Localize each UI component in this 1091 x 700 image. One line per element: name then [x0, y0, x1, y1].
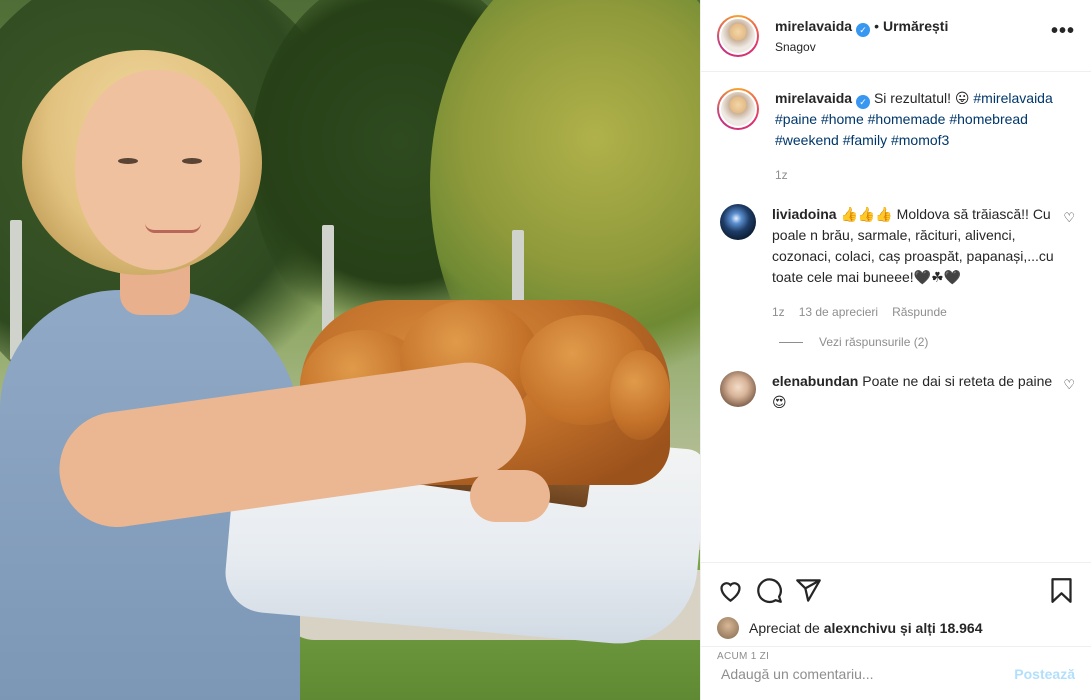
comment-likes[interactable]: 13 de aprecieri — [799, 302, 878, 323]
commenter-avatar[interactable] — [720, 204, 756, 240]
post-header: mirelavaida ✓ • Urmărești Snagov ••• — [701, 0, 1091, 72]
more-options-icon[interactable]: ••• — [1051, 20, 1075, 51]
comment-body: elenabundan Poate ne dai si reteta de pa… — [772, 371, 1055, 413]
post-comment-button[interactable]: Postează — [1014, 666, 1075, 682]
author-username[interactable]: mirelavaida — [775, 18, 852, 34]
woman-face — [75, 70, 240, 270]
woman-smile — [145, 223, 201, 233]
caption-text: Si rezultatul! 😛 — [873, 90, 970, 106]
comment-username[interactable]: elenabundan — [772, 373, 858, 389]
hashtag-link[interactable]: #homemade — [868, 111, 946, 127]
replies-line — [779, 341, 803, 343]
likes-suffix[interactable]: și alți — [900, 620, 936, 636]
commenter-avatar[interactable] — [720, 371, 756, 407]
comment-input[interactable] — [721, 665, 1015, 682]
comment-like-heart-icon[interactable]: ♡ — [1063, 210, 1075, 226]
post-photo[interactable] — [0, 0, 700, 700]
bread-braid — [610, 350, 670, 440]
add-comment-bar: Postează — [701, 646, 1091, 700]
hashtag-link[interactable]: #home — [821, 111, 864, 127]
comment-meta: 1z 13 de aprecieri Răspunde — [772, 302, 1055, 323]
comment-icon[interactable] — [756, 577, 783, 604]
comment-item: liviadoina 👍👍👍 Moldova să trăiască!! Cu … — [717, 204, 1075, 323]
woman-eye — [118, 158, 138, 164]
caption-body: mirelavaida ✓ Si rezultatul! 😛 #mirelavai… — [775, 88, 1075, 186]
comment-time[interactable]: 1z — [772, 302, 785, 323]
author-info: mirelavaida ✓ • Urmărești Snagov — [775, 18, 1051, 54]
caption-username[interactable]: mirelavaida — [775, 90, 852, 106]
hashtag-link[interactable]: #paine — [775, 111, 817, 127]
author-avatar[interactable] — [717, 88, 759, 130]
location-link[interactable]: Snagov — [775, 40, 1051, 54]
hashtag-link[interactable]: #mirelavaida — [973, 90, 1052, 106]
comment-body: liviadoina 👍👍👍 Moldova să trăiască!! Cu … — [772, 204, 1055, 323]
separator-dot: • — [874, 17, 879, 34]
likes-prefix: Apreciat de — [749, 620, 820, 636]
bookmark-icon[interactable] — [1048, 577, 1075, 604]
verified-icon: ✓ — [856, 95, 871, 109]
following-button[interactable]: Urmărești — [883, 18, 948, 34]
reply-button[interactable]: Răspunde — [892, 302, 947, 323]
comment-username[interactable]: liviadoina — [772, 206, 837, 222]
likes-summary: Apreciat de alexnchivu și alți 18.964 — [717, 617, 1075, 639]
fence-post — [10, 220, 22, 360]
share-icon[interactable] — [795, 577, 822, 604]
instagram-post: mirelavaida ✓ • Urmărești Snagov ••• mirela… — [0, 0, 1091, 700]
verified-icon: ✓ — [856, 22, 871, 37]
hashtag-link[interactable]: #momof3 — [891, 132, 949, 148]
woman-eye — [182, 158, 202, 164]
caption: mirelavaida ✓ Si rezultatul! 😛 #mirelavai… — [717, 88, 1075, 186]
hashtag-link[interactable]: #homebread — [949, 111, 1028, 127]
view-replies-label: Vezi răspunsurile (2) — [819, 335, 929, 349]
view-replies-button[interactable]: Vezi răspunsurile (2) — [779, 335, 1075, 349]
heart-icon[interactable] — [717, 577, 744, 604]
hashtag-link[interactable]: #weekend — [775, 132, 839, 148]
comment-item: elenabundan Poate ne dai si reteta de pa… — [717, 371, 1075, 413]
liker-username[interactable]: alexnchivu — [824, 620, 896, 636]
likes-count[interactable]: 18.964 — [940, 620, 983, 636]
woman-hand — [470, 470, 550, 522]
caption-time[interactable]: 1z — [775, 165, 788, 186]
comments-list: mirelavaida ✓ Si rezultatul! 😛 #mirelavai… — [701, 72, 1091, 562]
comment-like-heart-icon[interactable]: ♡ — [1063, 377, 1075, 393]
author-avatar[interactable] — [717, 14, 759, 57]
action-icons — [717, 575, 1075, 605]
liker-avatar[interactable] — [717, 617, 739, 639]
post-sidebar: mirelavaida ✓ • Urmărești Snagov ••• mirela… — [700, 0, 1091, 700]
hashtag-link[interactable]: #family — [843, 132, 887, 148]
caption-meta: 1z — [775, 165, 1075, 186]
